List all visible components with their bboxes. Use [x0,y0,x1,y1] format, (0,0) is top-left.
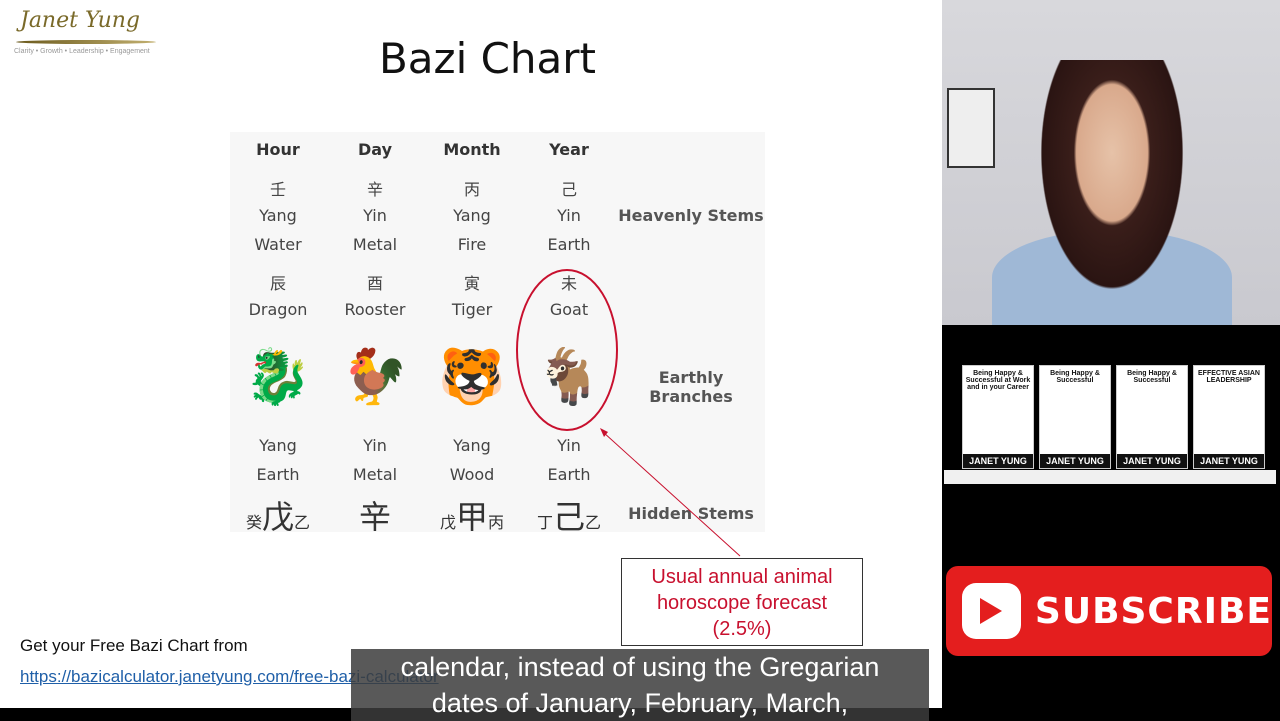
subscribe-button[interactable]: SUBSCRIBE [946,566,1272,656]
book-title: Being Happy & Successful [1050,370,1100,384]
goat-highlight-circle [516,269,618,431]
animal-illustration: 🐉 [244,347,312,407]
book-title: Being Happy & Successful at Work and in … [965,370,1031,391]
cell-stem-char: 丙 [463,180,480,199]
books-display: Being Happy & Successful at Work and in … [942,325,1280,720]
cell-branch-char: 寅 [463,274,480,293]
row-label-hidden: Hidden Stems [628,504,754,523]
book-author: JANET YUNG [1117,454,1187,468]
book-title: EFFECTIVE ASIAN LEADERSHIP [1198,370,1260,384]
cell-stem-element: Water [254,235,302,254]
row-label-heavenly: Heavenly Stems [618,206,764,225]
caption-line: dates of January, February, March, [431,688,849,718]
cell-branch-element: Earth [547,465,591,484]
hidden-stems-cell: 癸戊乙 [229,492,327,538]
cell-stem-element: Earth [547,235,591,254]
video-caption: calendar, instead of using the Gregarian… [351,649,929,721]
cell-branch-element: Wood [449,465,495,484]
cell-stem-element: Fire [457,235,487,254]
cell-branch-polarity: Yin [557,436,581,455]
cell-stem-char: 己 [560,180,577,199]
hidden-stem-char: 戊 [439,513,456,532]
caption-line: calendar, instead of using the Gregarian [400,652,880,682]
animal-illustration: 🐯 [438,347,506,407]
presentation-slide: Janet Yung Clarity • Growth • Leadership… [0,0,942,708]
book-cover: Being Happy & Successful at Work and in … [962,365,1034,469]
book-author: JANET YUNG [1040,454,1110,468]
cell-stem-char: 辛 [366,180,383,199]
hidden-stem-char: 戊 [261,498,294,536]
cell-header: Month [443,140,501,159]
hidden-stems-cell: 丁己乙 [520,492,618,538]
callout-line: horoscope forecast [656,592,828,614]
cell-branch-polarity: Yin [363,436,387,455]
hidden-stem-char: 癸 [245,513,262,532]
cell-branch-polarity: Yang [453,436,491,455]
cell-stem-polarity: Yin [363,206,387,225]
subscribe-label: SUBSCRIBE [1034,590,1272,632]
footer-text: Get your Free Bazi Chart from [20,636,248,655]
hidden-stems-cell: 戊甲丙 [423,492,521,538]
cell-branch-polarity: Yang [259,436,297,455]
hidden-stem-char: 乙 [585,513,602,532]
callout-line: (2.5%) [712,618,772,640]
youtube-play-icon [962,583,1021,639]
cell-stem-polarity: Yang [453,206,491,225]
presenter [1022,60,1202,325]
hidden-stem-char: 辛 [358,498,391,536]
hidden-stems-cell: 辛 [326,492,424,538]
cell-branch-char: 酉 [366,274,383,293]
slide-title: Bazi Chart [378,34,597,83]
cell-branch-char: 辰 [269,274,286,293]
cell-stem-element: Metal [352,235,398,254]
book-poster [947,88,995,168]
book-author: JANET YUNG [1194,454,1264,468]
annual-forecast-callout: Usual annual animal horoscope forecast (… [621,558,863,646]
logo-signature: Janet Yung [20,8,140,33]
hidden-stem-char: 甲 [455,498,488,536]
book-title: Being Happy & Successful [1127,370,1177,384]
shelf [944,470,1276,484]
cell-animal: Dragon [248,300,308,319]
cell-branch-element: Earth [256,465,300,484]
hidden-stem-char: 己 [552,498,585,536]
cell-animal: Rooster [344,300,406,319]
cell-stem-polarity: Yang [259,206,297,225]
cell-branch-element: Metal [352,465,398,484]
webcam-video [942,0,1280,325]
cell-header: Hour [256,140,300,159]
hidden-stem-char: 丁 [536,513,553,532]
book-author: JANET YUNG [963,454,1033,468]
book-cover: Being Happy & Successful JANET YUNG [1116,365,1188,469]
cell-header: Year [549,140,589,159]
book-cover: EFFECTIVE ASIAN LEADERSHIP JANET YUNG [1193,365,1265,469]
bazi-chart-table: Hour 壬 Yang Water 辰 Dragon Yang Earth 🐉 癸戊乙 Day 辛 Yi… [230,132,765,536]
animal-illustration: 🐓 [341,347,409,407]
hidden-stem-char: 乙 [294,513,311,532]
row-label-earthly: Earthly Branches [649,368,733,406]
book-cover: Being Happy & Successful JANET YUNG [1039,365,1111,469]
callout-line: Usual annual animal [651,566,833,588]
cell-header: Day [357,140,392,159]
cell-stem-polarity: Yin [557,206,581,225]
cell-stem-char: 壬 [269,180,286,199]
cell-animal: Tiger [451,300,493,319]
hidden-stem-char: 丙 [488,513,505,532]
